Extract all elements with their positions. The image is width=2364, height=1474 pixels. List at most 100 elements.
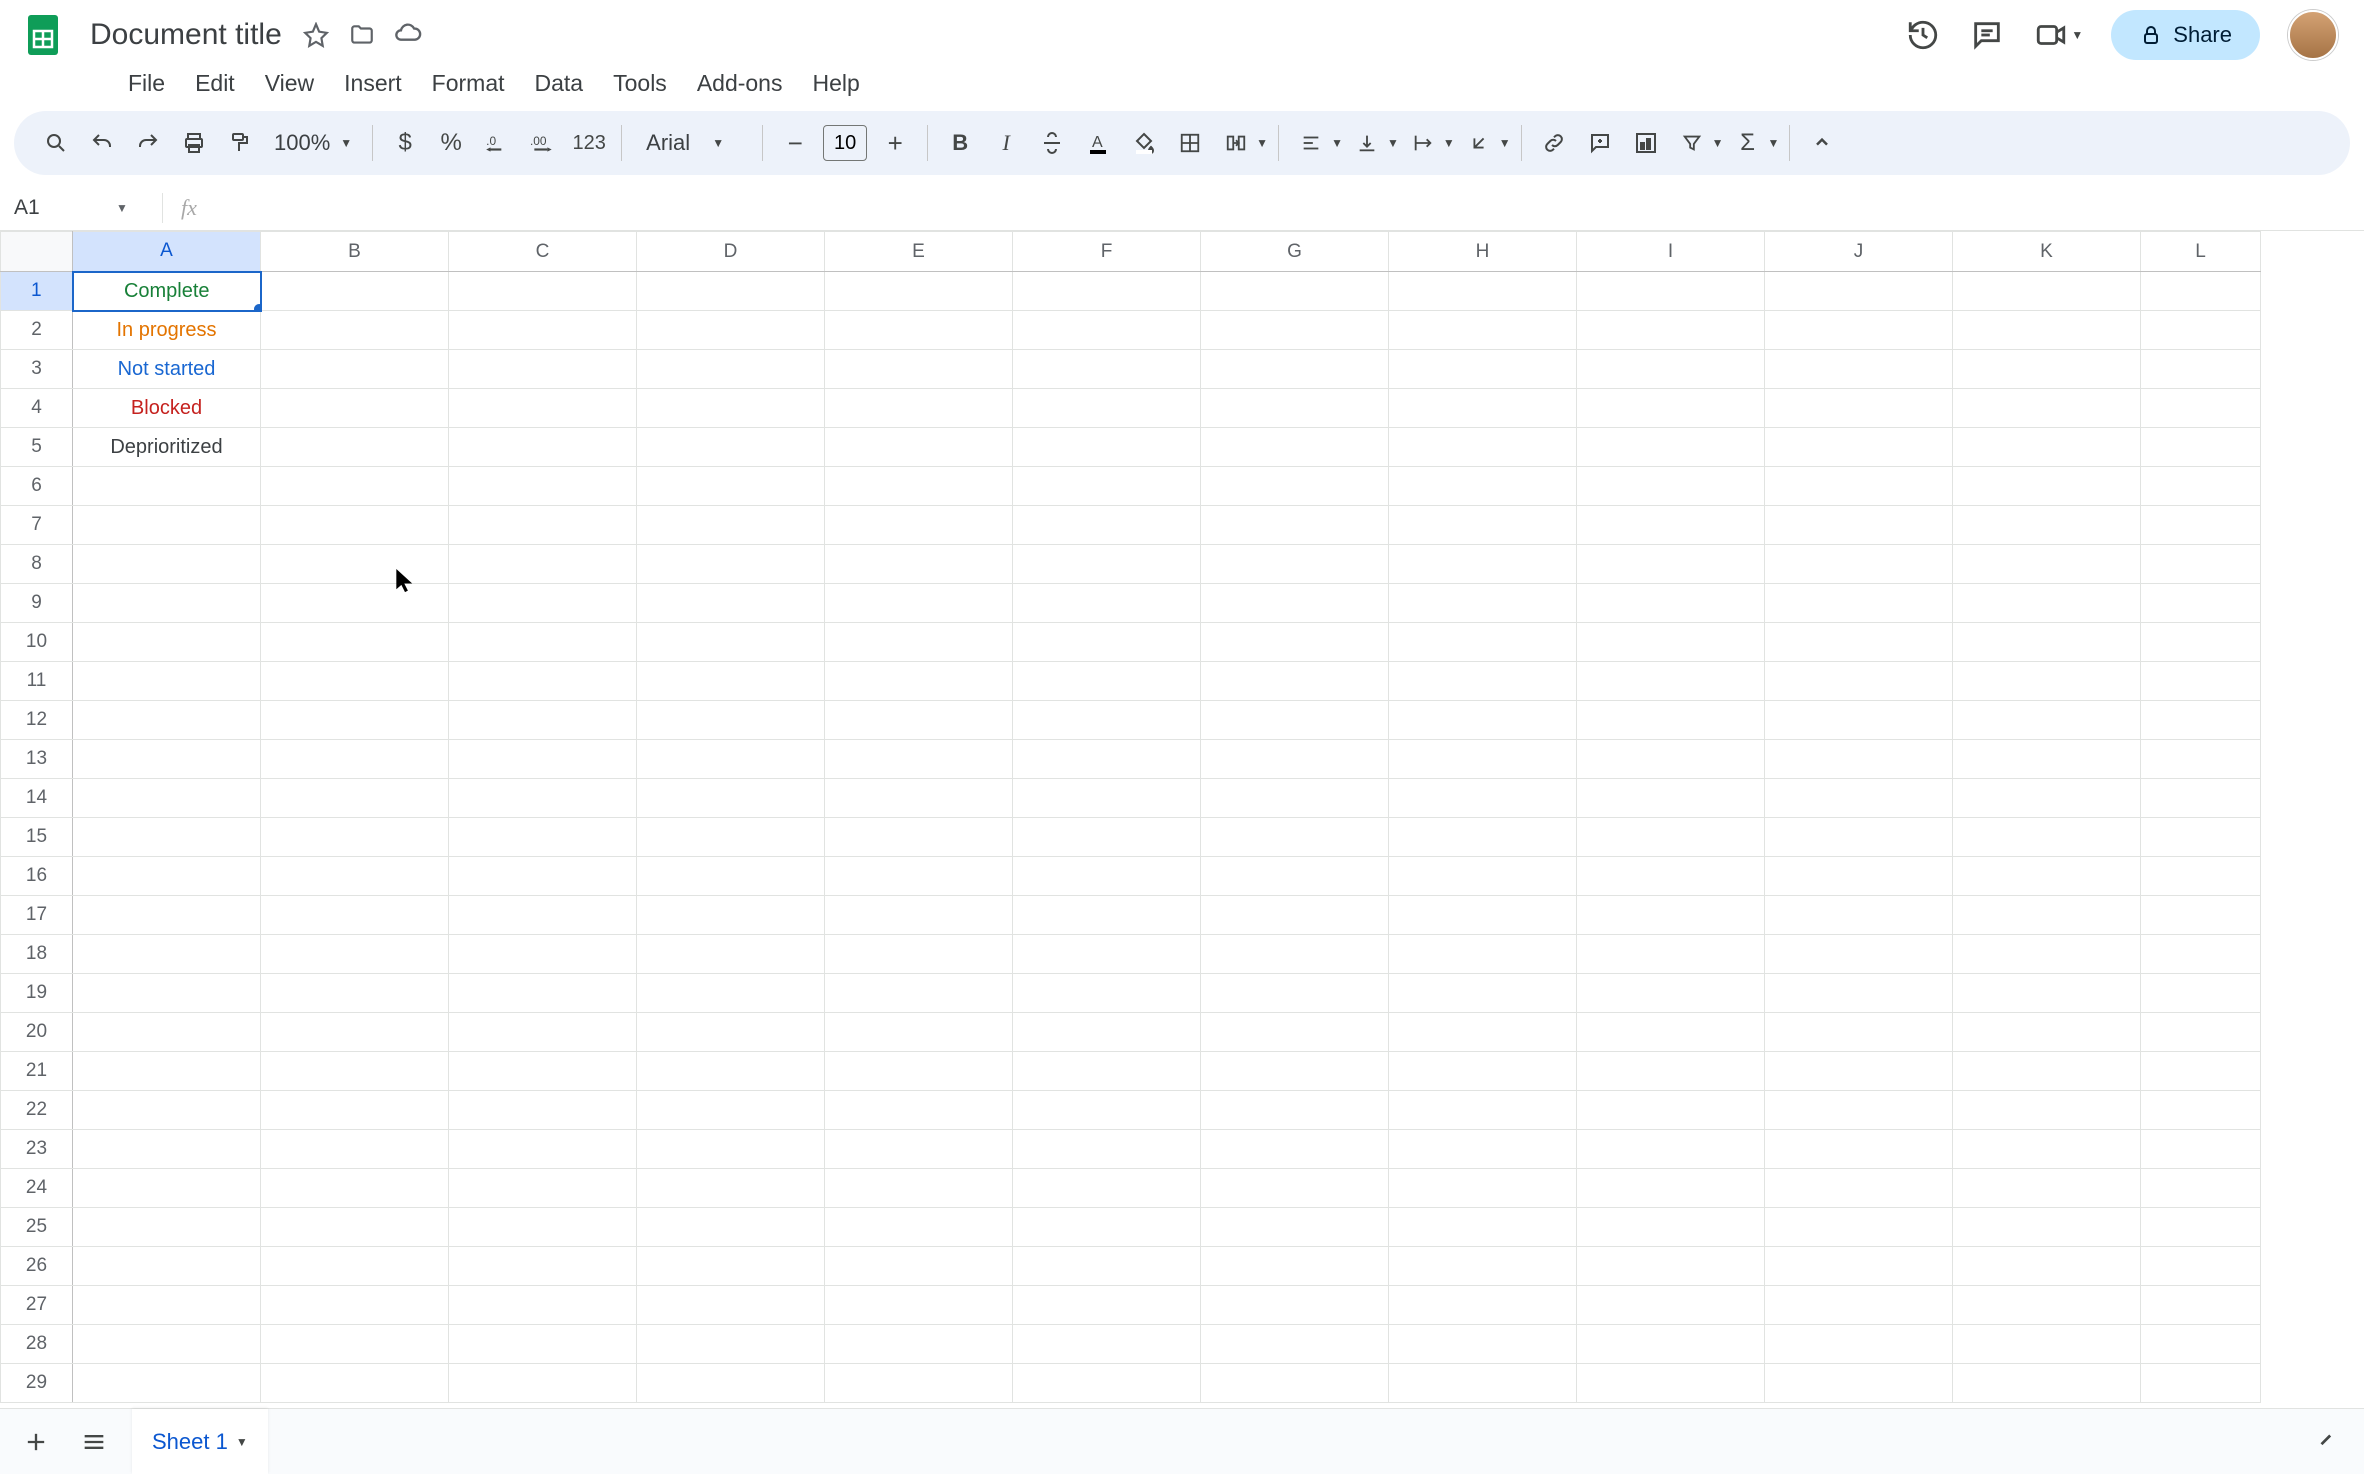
column-header-K[interactable]: K <box>1953 232 2141 272</box>
text-wrap-dropdown[interactable]: ▼ <box>1401 121 1455 165</box>
cell-H9[interactable] <box>1389 584 1577 623</box>
cell-K16[interactable] <box>1953 857 2141 896</box>
cell-I25[interactable] <box>1577 1208 1765 1247</box>
cell-B14[interactable] <box>261 779 449 818</box>
cell-A15[interactable] <box>73 818 261 857</box>
cell-E29[interactable] <box>825 1364 1013 1403</box>
cell-I20[interactable] <box>1577 1013 1765 1052</box>
row-header-28[interactable]: 28 <box>1 1325 73 1364</box>
menu-help[interactable]: Help <box>798 66 873 101</box>
cell-K6[interactable] <box>1953 467 2141 506</box>
cell-D23[interactable] <box>637 1130 825 1169</box>
cell-J26[interactable] <box>1765 1247 1953 1286</box>
cell-H4[interactable] <box>1389 389 1577 428</box>
cell-H12[interactable] <box>1389 701 1577 740</box>
cell-F12[interactable] <box>1013 701 1201 740</box>
cell-K11[interactable] <box>1953 662 2141 701</box>
cell-L25[interactable] <box>2141 1208 2261 1247</box>
column-header-A[interactable]: A <box>73 232 261 272</box>
cell-L10[interactable] <box>2141 623 2261 662</box>
cell-F16[interactable] <box>1013 857 1201 896</box>
column-header-F[interactable]: F <box>1013 232 1201 272</box>
vertical-align-dropdown[interactable]: ▼ <box>1345 121 1399 165</box>
row-header-29[interactable]: 29 <box>1 1364 73 1403</box>
cell-E18[interactable] <box>825 935 1013 974</box>
cell-J28[interactable] <box>1765 1325 1953 1364</box>
cell-A24[interactable] <box>73 1169 261 1208</box>
cell-B13[interactable] <box>261 740 449 779</box>
cell-H1[interactable] <box>1389 272 1577 311</box>
cell-A11[interactable] <box>73 662 261 701</box>
cell-H17[interactable] <box>1389 896 1577 935</box>
paint-format-icon[interactable] <box>218 121 262 165</box>
cell-B6[interactable] <box>261 467 449 506</box>
row-header-27[interactable]: 27 <box>1 1286 73 1325</box>
cell-H7[interactable] <box>1389 506 1577 545</box>
cell-C7[interactable] <box>449 506 637 545</box>
cell-B29[interactable] <box>261 1364 449 1403</box>
cell-I26[interactable] <box>1577 1247 1765 1286</box>
cell-B10[interactable] <box>261 623 449 662</box>
italic-icon[interactable]: I <box>984 121 1028 165</box>
cell-A16[interactable] <box>73 857 261 896</box>
cell-L6[interactable] <box>2141 467 2261 506</box>
cell-E20[interactable] <box>825 1013 1013 1052</box>
cell-A10[interactable] <box>73 623 261 662</box>
column-header-I[interactable]: I <box>1577 232 1765 272</box>
cell-E4[interactable] <box>825 389 1013 428</box>
cell-F4[interactable] <box>1013 389 1201 428</box>
merge-cells-dropdown[interactable]: ▼ <box>1214 121 1268 165</box>
cell-H19[interactable] <box>1389 974 1577 1013</box>
cell-C27[interactable] <box>449 1286 637 1325</box>
move-folder-icon[interactable] <box>348 21 376 49</box>
cell-G24[interactable] <box>1201 1169 1389 1208</box>
cell-B11[interactable] <box>261 662 449 701</box>
chevron-down-icon[interactable]: ▼ <box>236 1435 248 1449</box>
cell-D16[interactable] <box>637 857 825 896</box>
cell-J8[interactable] <box>1765 545 1953 584</box>
cell-I10[interactable] <box>1577 623 1765 662</box>
cell-C28[interactable] <box>449 1325 637 1364</box>
cell-F10[interactable] <box>1013 623 1201 662</box>
cell-G18[interactable] <box>1201 935 1389 974</box>
cell-C20[interactable] <box>449 1013 637 1052</box>
row-header-8[interactable]: 8 <box>1 545 73 584</box>
cell-A29[interactable] <box>73 1364 261 1403</box>
column-header-E[interactable]: E <box>825 232 1013 272</box>
cell-K19[interactable] <box>1953 974 2141 1013</box>
insert-chart-icon[interactable] <box>1624 121 1668 165</box>
row-header-14[interactable]: 14 <box>1 779 73 818</box>
row-header-1[interactable]: 1 <box>1 272 73 311</box>
row-header-11[interactable]: 11 <box>1 662 73 701</box>
decrease-decimal-icon[interactable]: .0 <box>475 121 519 165</box>
cell-F7[interactable] <box>1013 506 1201 545</box>
functions-dropdown[interactable]: Σ▼ <box>1726 121 1780 165</box>
document-title[interactable]: Document title <box>84 16 288 54</box>
cell-G14[interactable] <box>1201 779 1389 818</box>
cell-L23[interactable] <box>2141 1130 2261 1169</box>
cell-F22[interactable] <box>1013 1091 1201 1130</box>
cell-F20[interactable] <box>1013 1013 1201 1052</box>
cell-G9[interactable] <box>1201 584 1389 623</box>
cell-D18[interactable] <box>637 935 825 974</box>
cell-K10[interactable] <box>1953 623 2141 662</box>
cell-K9[interactable] <box>1953 584 2141 623</box>
cell-H2[interactable] <box>1389 311 1577 350</box>
cell-G23[interactable] <box>1201 1130 1389 1169</box>
column-header-H[interactable]: H <box>1389 232 1577 272</box>
cell-F23[interactable] <box>1013 1130 1201 1169</box>
cell-H5[interactable] <box>1389 428 1577 467</box>
cell-L18[interactable] <box>2141 935 2261 974</box>
row-header-21[interactable]: 21 <box>1 1052 73 1091</box>
cell-F25[interactable] <box>1013 1208 1201 1247</box>
cell-L22[interactable] <box>2141 1091 2261 1130</box>
cell-A22[interactable] <box>73 1091 261 1130</box>
cell-B16[interactable] <box>261 857 449 896</box>
cell-K25[interactable] <box>1953 1208 2141 1247</box>
cell-D17[interactable] <box>637 896 825 935</box>
cell-F9[interactable] <box>1013 584 1201 623</box>
cell-A6[interactable] <box>73 467 261 506</box>
cell-H11[interactable] <box>1389 662 1577 701</box>
cell-J24[interactable] <box>1765 1169 1953 1208</box>
cell-C14[interactable] <box>449 779 637 818</box>
